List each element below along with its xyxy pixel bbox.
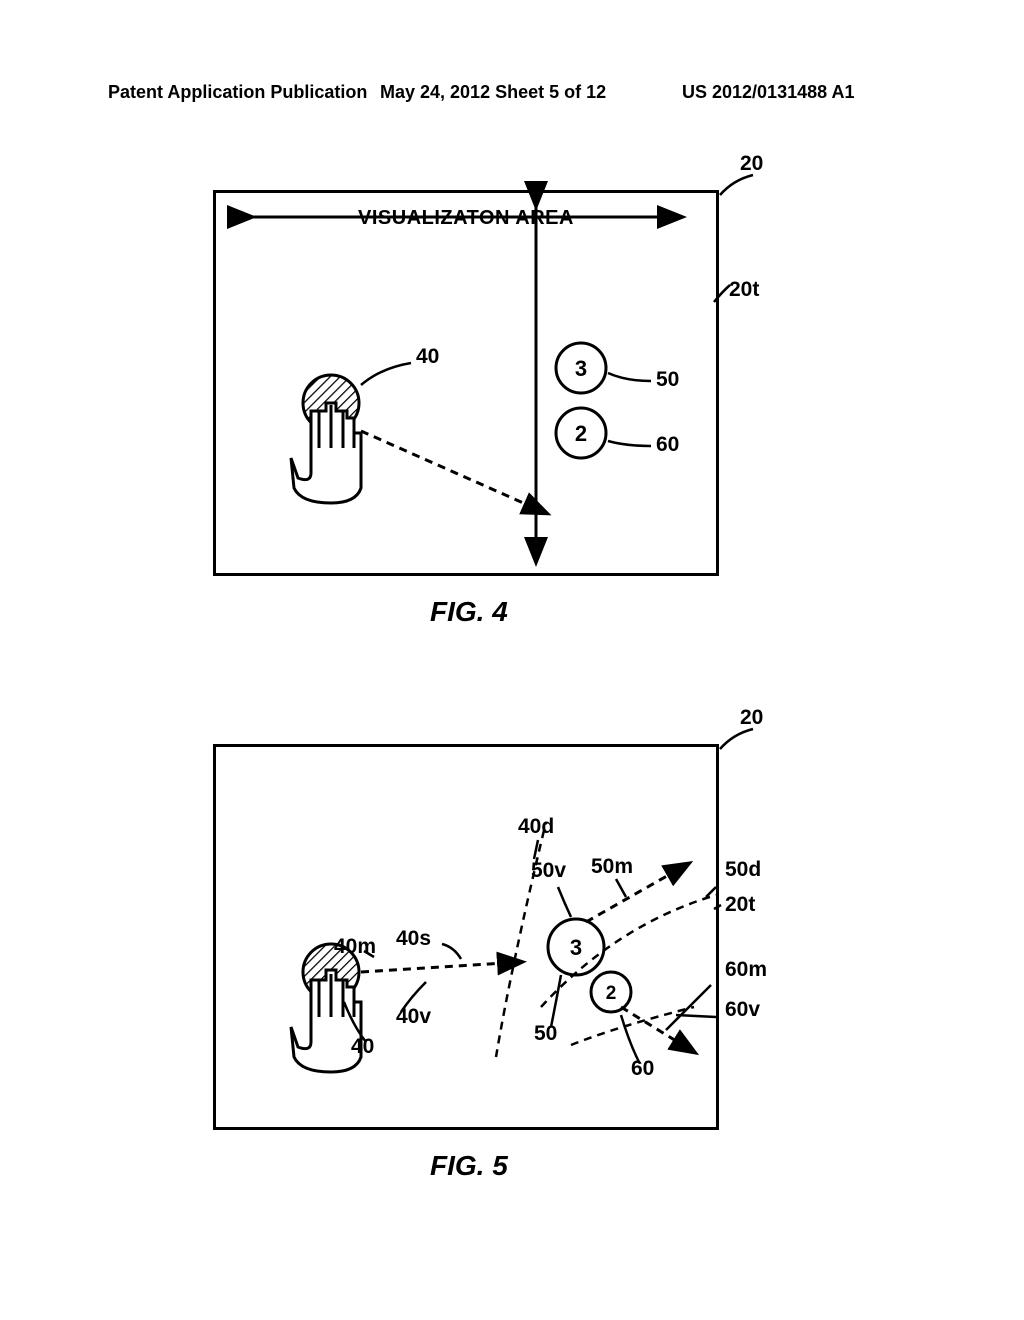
ref-20-fig5: 20 (740, 706, 763, 730)
ref-60m: 60m (725, 958, 767, 982)
leader-20t-fig4 (700, 282, 735, 307)
ref-40v: 40v (396, 1005, 431, 1029)
ref-20-fig4: 20 (740, 152, 763, 176)
ref-50d: 50d (725, 858, 761, 882)
ref-60-fig5: 60 (631, 1057, 654, 1081)
figure-4-caption: FIG. 4 (430, 596, 508, 628)
ref-50v: 50v (531, 859, 566, 883)
ref-40-fig5: 40 (351, 1035, 374, 1059)
ref-40m: 40m (334, 935, 376, 959)
ref-40s: 40s (396, 927, 431, 951)
ref-50-fig5: 50 (534, 1022, 557, 1046)
svg-text:2: 2 (575, 421, 587, 446)
ref-40d: 40d (518, 815, 554, 839)
svg-text:3: 3 (575, 356, 587, 381)
ref-50: 50 (656, 368, 679, 392)
header-patent-number: US 2012/0131488 A1 (682, 82, 854, 103)
ref-60v: 60v (725, 998, 760, 1022)
ref-40: 40 (416, 345, 439, 369)
leader-20-fig4 (718, 175, 758, 200)
header-publication: Patent Application Publication (108, 82, 367, 103)
svg-text:3: 3 (570, 935, 582, 960)
ref-20t-fig5: 20t (725, 893, 755, 917)
leader-20-fig5 (718, 729, 758, 754)
figure-5-caption: FIG. 5 (430, 1150, 508, 1182)
svg-text:2: 2 (606, 983, 617, 1004)
ref-50m: 50m (591, 855, 633, 879)
header-date-sheet: May 24, 2012 Sheet 5 of 12 (380, 82, 606, 103)
figure-4-box: VISUALIZATON AREA 3 2 (213, 190, 719, 576)
ref-60: 60 (656, 433, 679, 457)
figure-5-box: 3 2 (213, 744, 719, 1130)
figure-4-svg: 3 2 (216, 193, 716, 573)
